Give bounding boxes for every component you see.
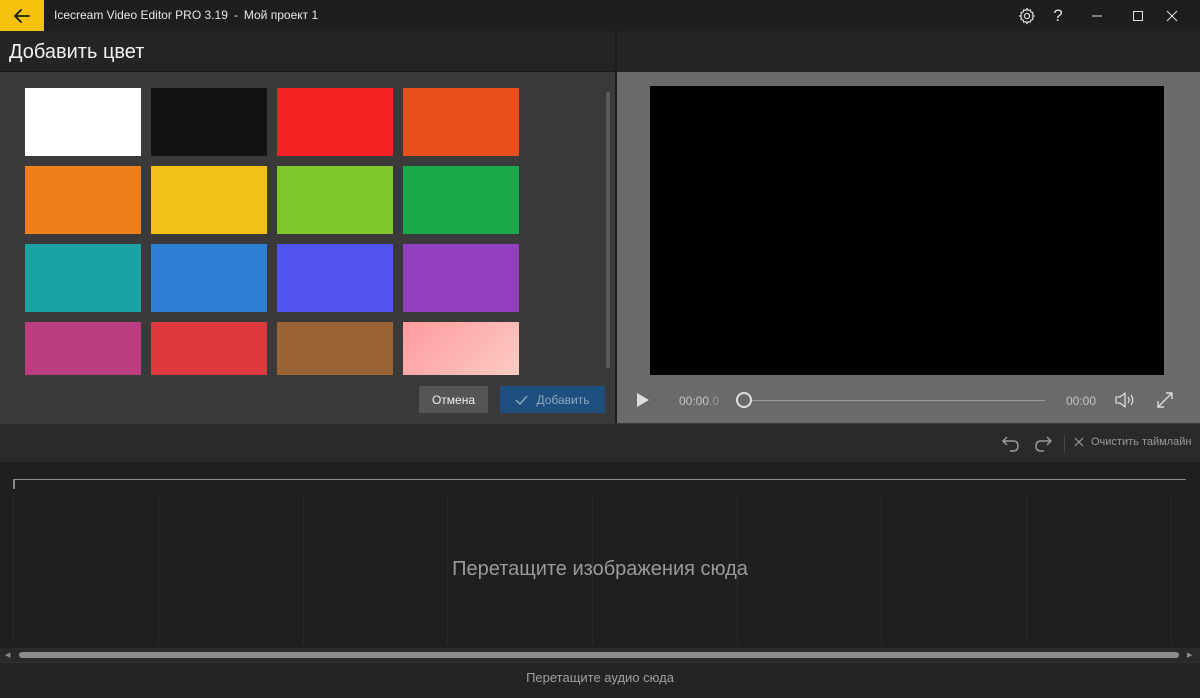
clear-timeline-button[interactable]: Очистить таймлайн <box>1074 436 1191 448</box>
redo-button[interactable] <box>1032 433 1054 455</box>
panel-title: Добавить цвет <box>9 41 145 63</box>
color-swatch-brown[interactable] <box>277 322 393 375</box>
current-time-fraction: .0 <box>709 394 720 408</box>
video-preview[interactable] <box>650 86 1164 375</box>
color-swatch-orange[interactable] <box>25 166 141 234</box>
total-time: 00:00 <box>1066 394 1097 408</box>
help-icon: ? <box>1053 5 1063 25</box>
speaker-icon <box>1115 392 1134 408</box>
add-button-label: Добавить <box>536 392 590 407</box>
color-swatch-green[interactable] <box>403 166 519 234</box>
color-panel-header: Добавить цвет <box>0 31 615 72</box>
preview-header <box>617 31 1200 72</box>
toolbar-divider <box>1064 435 1065 453</box>
add-button[interactable]: Добавить <box>500 386 605 413</box>
fullscreen-button[interactable] <box>1155 390 1175 410</box>
player-controls: 00:00.0 00:00 <box>617 384 1200 416</box>
color-swatch-lime[interactable] <box>277 166 393 234</box>
maximize-icon <box>1133 10 1143 21</box>
color-swatch-orange-red[interactable] <box>403 88 519 156</box>
scroll-left-icon[interactable]: ◀ <box>5 651 10 659</box>
title-bar: Icecream Video Editor PRO 3.19- Мой проек… <box>0 0 1200 31</box>
undo-icon <box>1002 436 1019 452</box>
color-swatch-purple[interactable] <box>403 244 519 312</box>
minimize-button[interactable] <box>1085 0 1109 31</box>
title-separator: - <box>233 8 238 22</box>
drop-audio-hint: Перетащите аудио сюда <box>526 670 674 685</box>
timeline-ruler <box>14 479 1186 480</box>
scroll-right-icon[interactable]: ▶ <box>1187 651 1192 659</box>
color-panel: Отмена Добавить <box>0 72 615 423</box>
cancel-button[interactable]: Отмена <box>419 386 488 413</box>
timeline-area[interactable]: Перетащите изображения сюда <box>0 462 1200 648</box>
timeline-scroll-thumb[interactable] <box>19 652 1179 658</box>
project-name: Мой проект 1 <box>243 8 319 22</box>
clear-timeline-label: Очистить таймлайн <box>1091 436 1192 448</box>
seek-bar[interactable] <box>743 400 1045 401</box>
close-window-button[interactable] <box>1160 0 1184 31</box>
play-icon <box>637 393 649 407</box>
undo-button[interactable] <box>1000 433 1022 455</box>
color-swatch-grid <box>25 88 525 375</box>
drop-images-hint: Перетащите изображения сюда <box>452 558 748 580</box>
current-time-main: 00:00 <box>679 394 710 408</box>
timeline-scrollbar[interactable]: ◀ ▶ <box>0 648 1200 662</box>
expand-icon <box>1157 392 1173 408</box>
redo-icon <box>1035 436 1052 452</box>
check-icon <box>515 395 529 405</box>
swatch-scrollbar[interactable] <box>606 92 610 368</box>
color-swatch-pink-gradient[interactable] <box>403 322 519 375</box>
current-time: 00:00.0 <box>679 394 719 408</box>
play-button[interactable] <box>635 391 651 409</box>
color-swatch-black[interactable] <box>151 88 267 156</box>
minimize-icon <box>1092 15 1102 16</box>
settings-button[interactable] <box>1016 0 1038 31</box>
color-swatch-red[interactable] <box>277 88 393 156</box>
help-button[interactable]: ? <box>1048 0 1068 31</box>
app-name: Icecream Video Editor PRO 3.19 <box>54 8 228 22</box>
color-swatch-magenta[interactable] <box>25 322 141 375</box>
window-title: Icecream Video Editor PRO 3.19- Мой проек… <box>54 8 318 22</box>
close-icon <box>1166 10 1178 21</box>
color-swatch-yellow[interactable] <box>151 166 267 234</box>
volume-button[interactable] <box>1114 390 1136 410</box>
color-swatch-blue[interactable] <box>151 244 267 312</box>
timeline-ruler-start <box>13 479 15 489</box>
gear-icon <box>1019 7 1035 24</box>
back-button[interactable] <box>0 0 44 31</box>
preview-panel: 00:00.0 00:00 <box>617 72 1200 423</box>
color-swatch-white[interactable] <box>25 88 141 156</box>
color-swatch-crimson[interactable] <box>151 322 267 375</box>
audio-track[interactable]: Перетащите аудио сюда <box>0 662 1200 698</box>
seek-handle[interactable] <box>736 392 752 408</box>
arrow-left-icon <box>14 8 30 23</box>
maximize-button[interactable] <box>1126 0 1150 31</box>
close-icon <box>1074 437 1084 447</box>
color-swatch-indigo[interactable] <box>277 244 393 312</box>
timeline-toolbar: Очистить таймлайн <box>0 423 1200 462</box>
color-swatch-teal[interactable] <box>25 244 141 312</box>
